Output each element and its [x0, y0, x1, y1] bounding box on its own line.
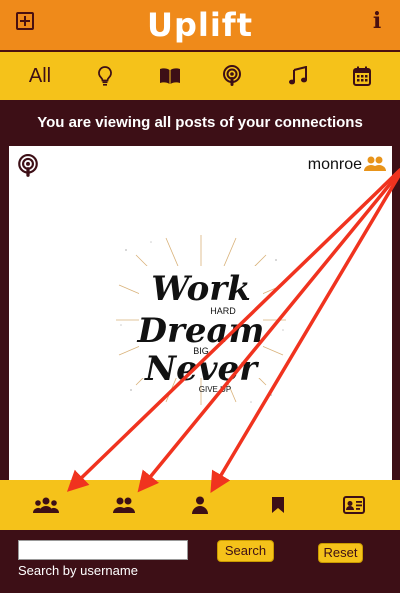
lightbulb-icon[interactable] [90, 52, 120, 100]
search-button[interactable]: Search [217, 540, 274, 562]
profile-card-icon[interactable] [336, 480, 372, 530]
post-image-line-5: Never [144, 349, 259, 389]
calendar-icon[interactable] [347, 52, 377, 100]
category-all[interactable]: All [20, 52, 60, 100]
post-image-line-1: Work [151, 269, 251, 309]
reset-button[interactable]: Reset [318, 543, 363, 563]
app-title: Uplift [146, 6, 254, 44]
post-username[interactable]: monroe [308, 156, 362, 174]
book-icon[interactable] [155, 52, 185, 100]
post-image-line-6: GIVE UP [199, 385, 231, 394]
bookmark-icon[interactable] [260, 480, 296, 530]
user-icon[interactable] [182, 480, 218, 530]
category-bar: All [0, 50, 400, 100]
connections-icon[interactable] [106, 480, 142, 530]
post-image-line-3: Dream [136, 311, 264, 351]
username-search-input[interactable] [18, 540, 188, 560]
connections-icon [364, 156, 386, 177]
post-card[interactable]: monroe Work HARD Dream BIG Never GIVE UP [9, 146, 392, 480]
feed-banner: You are viewing all posts of your connec… [0, 100, 400, 146]
post-image[interactable]: Work HARD Dream BIG Never GIVE UP [111, 230, 291, 410]
podcast-icon [17, 154, 39, 183]
bottom-nav [0, 480, 400, 530]
podcast-icon[interactable] [217, 52, 247, 100]
app-header: Uplift i [0, 0, 400, 50]
info-icon[interactable]: i [370, 10, 384, 32]
music-icon[interactable] [283, 52, 313, 100]
all-connections-icon[interactable] [28, 480, 64, 530]
search-hint: Search by username [18, 563, 138, 578]
search-panel: Search by username Search Reset [0, 530, 400, 593]
